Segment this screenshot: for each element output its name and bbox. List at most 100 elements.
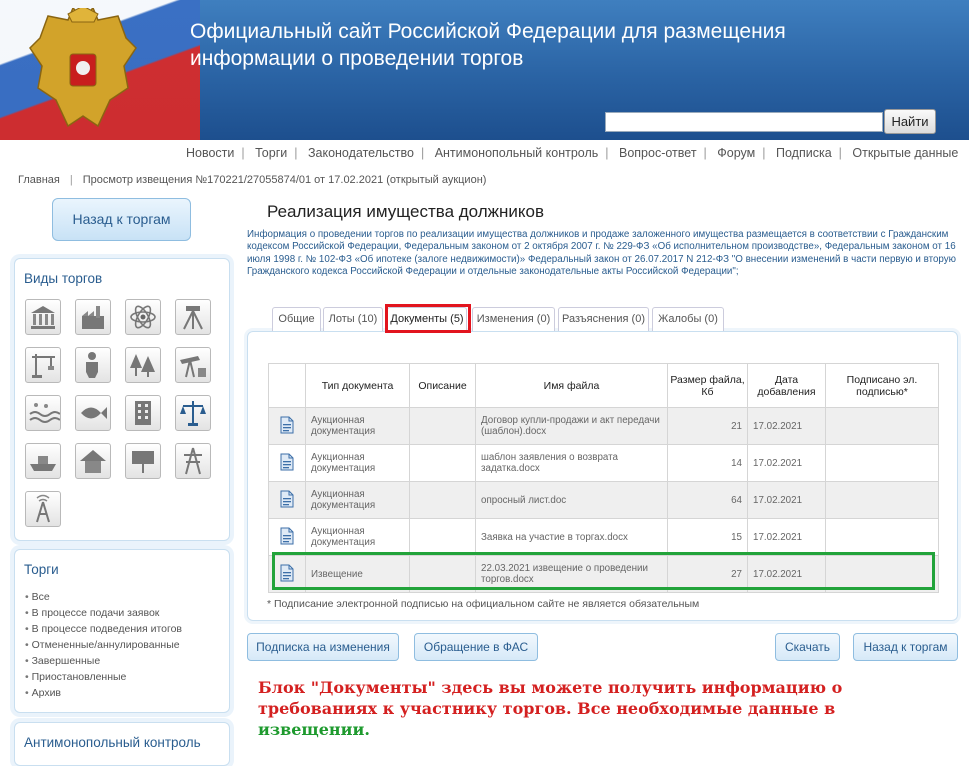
back-to-torgi-bottom-button[interactable]: Назад к торгам [853, 633, 958, 661]
search-input[interactable] [605, 112, 883, 132]
nav-forum[interactable]: Форум [717, 146, 755, 160]
top-navigation: Новости | Торги | Законодательство | Антимо… [186, 146, 958, 160]
cell-file-name[interactable]: Заявка на участие в торгах.docx [475, 518, 668, 556]
antimonopoly-title[interactable]: Антимонопольный контроль [24, 735, 229, 750]
tab-complaints[interactable]: Жалобы (0) [652, 307, 724, 331]
oil-pump-icon[interactable] [175, 347, 211, 383]
cell-date-added: 17.02.2021 [747, 481, 826, 519]
torgi-item-cancelled[interactable]: Отмененные/аннулированные [25, 637, 229, 653]
nav-torgi[interactable]: Торги [255, 146, 287, 160]
nav-news[interactable]: Новости [186, 146, 234, 160]
legal-info-text: Информация о проведении торгов по реализ… [247, 229, 956, 277]
billboard-icon[interactable] [125, 443, 161, 479]
signature-note: * Подписание электронной подписью на офи… [267, 598, 700, 610]
torgi-item-archive[interactable]: Архив [25, 685, 229, 701]
nav-antimonopoly[interactable]: Антимонопольный контроль [435, 146, 599, 160]
search-button[interactable]: Найти [884, 109, 936, 134]
nav-separator: | [241, 146, 245, 160]
nav-open-data[interactable]: Открытые данные [852, 146, 958, 160]
subscribe-changes-button[interactable]: Подписка на изменения [247, 633, 399, 661]
torgi-item-all[interactable]: Все [25, 589, 229, 605]
torgi-panel: Торги Все В процессе подачи заявок В про… [14, 549, 230, 713]
tab-changes[interactable]: Изменения (0) [472, 307, 555, 331]
worker-icon[interactable] [75, 347, 111, 383]
crane-icon[interactable] [25, 347, 61, 383]
cell-file-size: 15 [667, 518, 748, 556]
nav-legislation[interactable]: Законодательство [308, 146, 414, 160]
cell-description [409, 444, 476, 482]
cell-file-name[interactable]: Договор купли-продажи и акт передачи (ша… [475, 407, 668, 445]
cell-description [409, 481, 476, 519]
nav-separator: | [294, 146, 298, 160]
cell-date-added: 17.02.2021 [747, 407, 826, 445]
bank-icon[interactable] [25, 299, 61, 335]
cell-description [409, 407, 476, 445]
cell-file-name[interactable]: опросный лист.doc [475, 481, 668, 519]
antimonopoly-panel: Антимонопольный контроль [14, 722, 230, 766]
justice-icon[interactable] [175, 395, 211, 431]
torgi-item-results[interactable]: В процессе подведения итогов [25, 621, 229, 637]
page-title: Реализация имущества должников [267, 202, 545, 221]
trade-types-panel: Виды торгов [14, 258, 230, 541]
table-row: Аукционная документация Заявка на участие… [268, 518, 939, 556]
site-header: Официальный сайт Российской Федерации дл… [0, 0, 969, 140]
torgi-item-finished[interactable]: Завершенные [25, 653, 229, 669]
cell-file-name[interactable]: шаблон заявления о возврата задатка.docx [475, 444, 668, 482]
nav-faq[interactable]: Вопрос-ответ [619, 146, 697, 160]
header-icon-col [268, 363, 306, 408]
breadcrumb: Главная | Просмотр извещения №170221/27055… [18, 174, 486, 186]
nav-separator: | [420, 146, 425, 160]
geodesy-icon[interactable] [175, 299, 211, 335]
cell-file-size: 64 [667, 481, 748, 519]
document-file-icon[interactable] [268, 407, 306, 445]
annotation-red-part: Блок "Документы" здесь вы можете получит… [258, 678, 843, 718]
water-icon[interactable] [25, 395, 61, 431]
cell-signed [825, 407, 939, 445]
house-icon[interactable] [75, 443, 111, 479]
documents-tab-highlight [385, 304, 471, 333]
site-title: Официальный сайт Российской Федерации дл… [190, 20, 786, 70]
header-file-name: Имя файла [475, 363, 668, 408]
document-file-icon[interactable] [268, 518, 306, 556]
torgi-item-suspended[interactable]: Приостановленные [25, 669, 229, 685]
cell-description [409, 518, 476, 556]
cell-date-added: 17.02.2021 [747, 444, 826, 482]
factory-icon[interactable] [75, 299, 111, 335]
fish-icon[interactable] [75, 395, 111, 431]
torgi-item-applications[interactable]: В процессе подачи заявок [25, 605, 229, 621]
tab-clarifications[interactable]: Разъяснения (0) [558, 307, 649, 331]
cell-doc-type: Аукционная документация [305, 481, 410, 519]
table-row: Аукционная документация Договор купли-про… [268, 407, 939, 445]
tab-general[interactable]: Общие [272, 307, 321, 331]
building-icon[interactable] [125, 395, 161, 431]
nav-separator: | [838, 146, 842, 160]
nav-subscription[interactable]: Подписка [776, 146, 832, 160]
atom-icon[interactable] [125, 299, 161, 335]
cell-doc-type: Аукционная документация [305, 407, 410, 445]
cell-doc-type: Аукционная документация [305, 444, 410, 482]
breadcrumb-home[interactable]: Главная [18, 174, 60, 186]
ship-icon[interactable] [25, 443, 61, 479]
table-header-row: Тип документа Описание Имя файла Размер … [268, 363, 939, 408]
coat-of-arms-icon[interactable] [28, 8, 138, 132]
tab-lots[interactable]: Лоты (10) [323, 307, 383, 331]
header-description: Описание [409, 363, 476, 408]
power-line-icon[interactable] [175, 443, 211, 479]
back-to-torgi-button[interactable]: Назад к торгам [52, 198, 191, 241]
cell-signed [825, 481, 939, 519]
torgi-list: Все В процессе подачи заявок В процессе … [25, 589, 229, 701]
annotation-green-part: извещении. [258, 720, 370, 739]
radio-tower-icon[interactable] [25, 491, 61, 527]
download-button[interactable]: Скачать [775, 633, 840, 661]
breadcrumb-separator: | [69, 174, 73, 186]
document-file-icon[interactable] [268, 444, 306, 482]
fas-appeal-button[interactable]: Обращение в ФАС [414, 633, 538, 661]
header-doc-type: Тип документа [305, 363, 410, 408]
nav-separator: | [605, 146, 609, 160]
document-file-icon[interactable] [268, 481, 306, 519]
cell-file-size: 14 [667, 444, 748, 482]
nav-separator: | [703, 146, 707, 160]
forest-icon[interactable] [125, 347, 161, 383]
header-file-size: Размер файла, Кб [667, 363, 748, 408]
trade-types-title: Виды торгов [24, 271, 103, 286]
